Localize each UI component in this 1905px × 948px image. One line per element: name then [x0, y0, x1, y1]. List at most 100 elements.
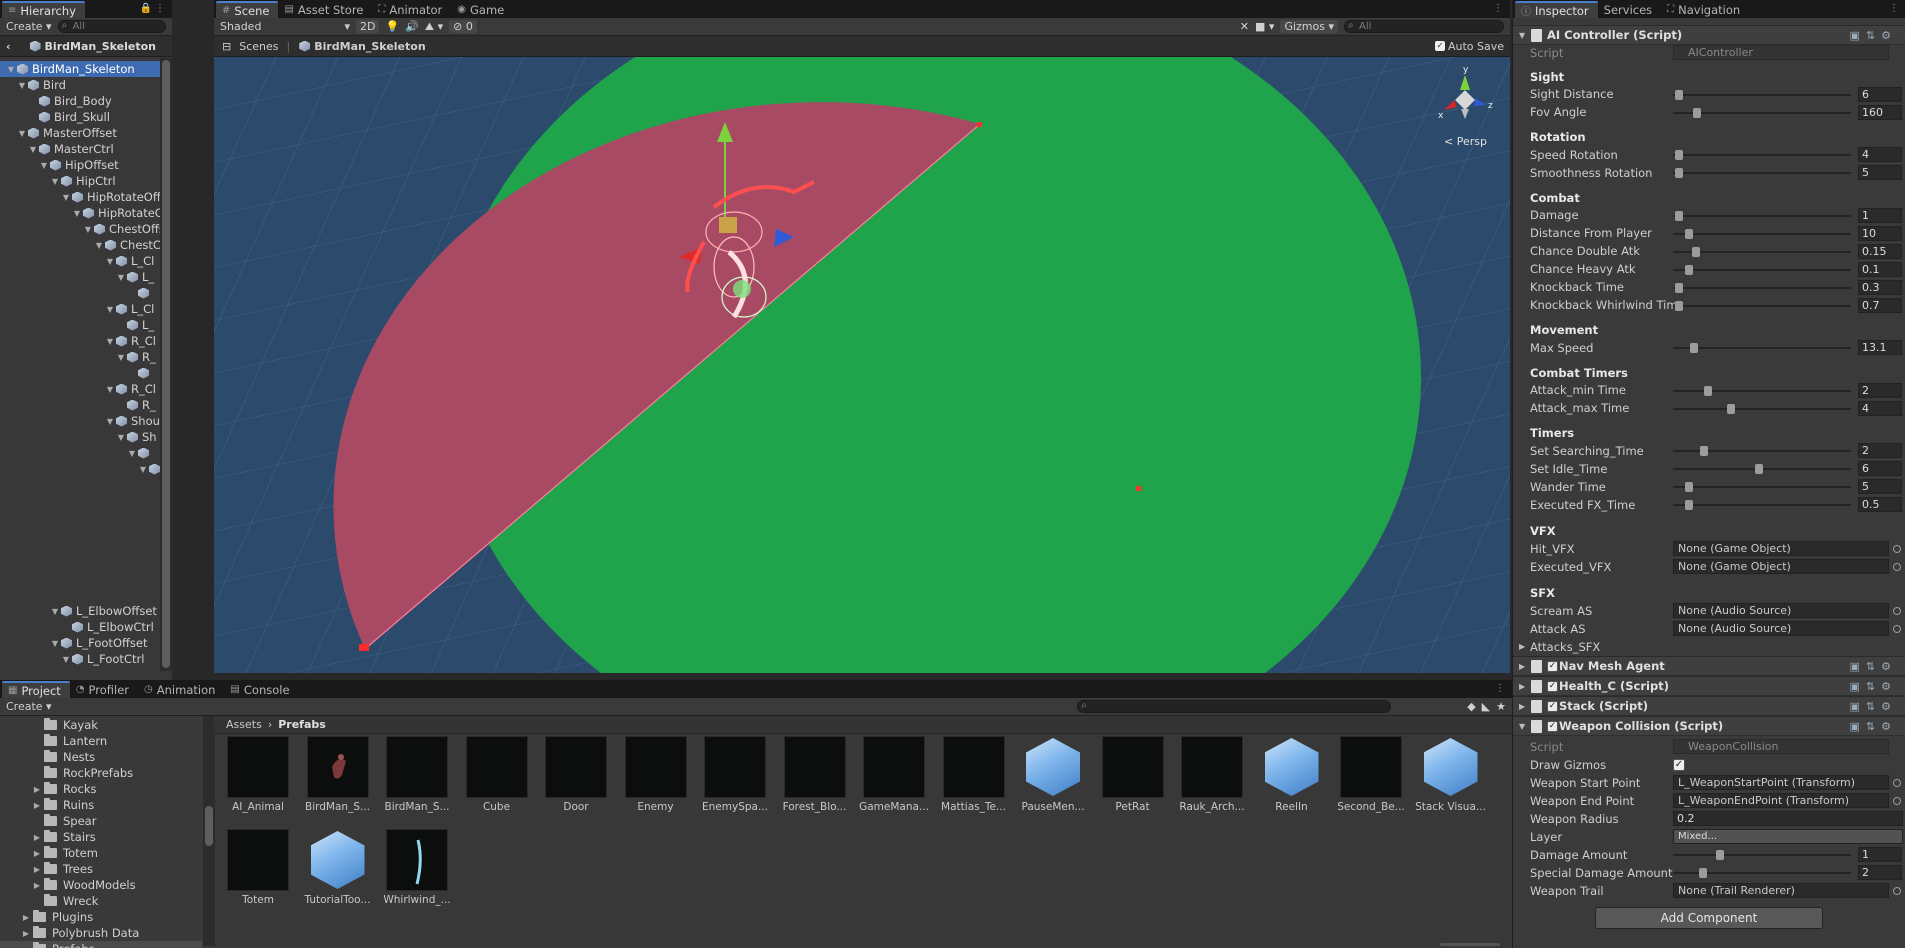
breadcrumb-prefabs[interactable]: Prefabs	[278, 718, 326, 731]
foldout-arrow-icon[interactable]: ▼	[39, 161, 49, 170]
folder-item[interactable]: Lantern	[0, 733, 202, 749]
favorite-star-icon[interactable]: ★	[1496, 700, 1506, 713]
hierarchy-item[interactable]: ▼ Shou	[0, 413, 160, 429]
value-slider[interactable]	[1673, 482, 1851, 492]
asset-item[interactable]: Cube	[461, 736, 533, 813]
component-header[interactable]: ▼ AI Controller (Script) ▣⇅⚙	[1513, 25, 1905, 45]
object-field[interactable]: L_WeaponStartPoint (Transform)	[1673, 775, 1889, 790]
asset-item[interactable]: Enemy	[620, 736, 692, 813]
object-picker-icon[interactable]	[1893, 797, 1901, 805]
asset-item[interactable]: Rauk_Arch...	[1176, 736, 1248, 813]
slider-knob[interactable]	[1674, 89, 1683, 100]
hierarchy-item[interactable]: ▼ HipRotateOffset	[0, 189, 160, 205]
shading-dropdown[interactable]: Shaded ▾	[220, 20, 350, 33]
component-enabled-checkbox[interactable]: ✓	[1547, 680, 1558, 692]
tab-scene-game[interactable]: ◉ Game	[451, 1, 513, 18]
number-field[interactable]: 0.2	[1673, 811, 1903, 826]
slider-knob[interactable]	[1674, 210, 1683, 221]
asset-item[interactable]: AI_Animal	[222, 736, 294, 813]
folder-item[interactable]: ▶ Totem	[0, 845, 202, 861]
asset-item[interactable]: BirdMan_S...	[302, 736, 374, 813]
hierarchy-item[interactable]: ▼ MasterOffset	[0, 125, 160, 141]
folder-item[interactable]: Spear	[0, 813, 202, 829]
hierarchy-item[interactable]: ▼ HipRotateCtrl	[0, 205, 160, 221]
tab-scene-asset-store[interactable]: ▤ Asset Store	[278, 1, 372, 18]
number-field[interactable]: 1	[1858, 847, 1902, 862]
slider-knob[interactable]	[1684, 264, 1693, 275]
value-slider[interactable]	[1673, 403, 1851, 414]
number-field[interactable]: 6	[1858, 461, 1902, 476]
effects-icon[interactable]: ⛰ ▾	[425, 20, 443, 34]
value-slider[interactable]	[1673, 300, 1851, 311]
asset-item[interactable]: Stack Visua...	[1415, 736, 1487, 813]
foldout-arrow-icon[interactable]: ▼	[105, 257, 115, 266]
folder-item[interactable]: ▶ Rocks	[0, 781, 202, 797]
object-picker-icon[interactable]	[1893, 607, 1901, 615]
foldout-arrow-icon[interactable]: ▶	[32, 881, 42, 890]
object-field[interactable]: None (Trail Renderer)	[1673, 883, 1889, 898]
lighting-icon[interactable]: 💡	[385, 20, 399, 33]
orientation-gizmo[interactable]: y x z < Persp	[1430, 65, 1500, 148]
value-slider[interactable]	[1673, 210, 1851, 221]
number-field[interactable]: 0.3	[1858, 279, 1902, 295]
folder-item[interactable]: Kayak	[0, 717, 202, 733]
slider-knob[interactable]	[1684, 500, 1693, 510]
folder-item[interactable]: RockPrefabs	[0, 765, 202, 781]
hierarchy-item[interactable]: ▼ Sh	[0, 429, 160, 445]
number-field[interactable]: 0.1	[1858, 261, 1902, 277]
asset-item[interactable]: PauseMen...	[1017, 736, 1089, 813]
hierarchy-item[interactable]: ▼ R_Cl	[0, 333, 160, 349]
number-field[interactable]: 0.7	[1858, 297, 1902, 313]
component-enabled-checkbox[interactable]: ✓	[1547, 700, 1558, 712]
hidden-objects-button[interactable]: ⊘ 0	[449, 20, 477, 33]
script-field[interactable]: AIController	[1673, 45, 1889, 60]
foldout-arrow-icon[interactable]: ▼	[105, 305, 115, 314]
tab-hierarchy[interactable]: ≡ Hierarchy	[2, 1, 85, 18]
gizmos-dropdown[interactable]: Gizmos ▾	[1280, 20, 1338, 33]
component-header[interactable]: ▶ ✓ Nav Mesh Agent ▣⇅⚙	[1513, 656, 1905, 676]
slider-knob[interactable]	[1674, 150, 1683, 160]
component-settings-icon[interactable]: ▣⇅⚙	[1850, 29, 1897, 42]
camera-icon[interactable]: ■ ▾	[1255, 20, 1274, 33]
foldout-arrow-icon[interactable]: ▶	[32, 785, 42, 794]
foldout-arrow-icon[interactable]: ▶	[1519, 682, 1525, 691]
slider-knob[interactable]	[1693, 107, 1702, 118]
projection-toggle[interactable]: < Persp	[1444, 135, 1487, 148]
hierarchy-item[interactable]: ▼ ChestOffset	[0, 221, 160, 237]
asset-item[interactable]: BirdMan_S...	[381, 736, 453, 813]
autosave-toggle[interactable]: ✓ Auto Save	[1434, 40, 1504, 53]
slider-knob[interactable]	[1700, 446, 1709, 456]
object-picker-icon[interactable]	[1893, 545, 1901, 553]
component-enabled-checkbox[interactable]: ✓	[1547, 720, 1558, 732]
asset-item[interactable]: Door	[540, 736, 612, 813]
component-settings-icon[interactable]: ▣⇅⚙	[1850, 660, 1897, 673]
value-slider[interactable]	[1673, 850, 1851, 860]
object-picker-icon[interactable]	[1893, 887, 1901, 895]
hierarchy-item[interactable]: Bird_Body	[0, 93, 160, 109]
tab-inspector-services[interactable]: Services	[1598, 1, 1662, 18]
panel-menu-icon[interactable]: 🔒⋮	[140, 3, 168, 14]
foldout-arrow-icon[interactable]: ▼	[127, 449, 137, 458]
object-field[interactable]: None (Audio Source)	[1673, 621, 1889, 636]
project-tree-scrollbar[interactable]	[203, 716, 215, 946]
number-field[interactable]: 0.5	[1858, 497, 1902, 512]
value-slider[interactable]	[1673, 246, 1851, 257]
filter-type-icon[interactable]: ◆	[1467, 700, 1475, 713]
asset-item[interactable]: Whirlwind_...	[381, 829, 453, 906]
foldout-arrow-icon[interactable]: ▼	[28, 145, 38, 154]
foldout-arrow-icon[interactable]: ▼	[50, 177, 60, 186]
hierarchy-item[interactable]: ▼ Bird	[0, 77, 160, 93]
asset-item[interactable]: Totem	[222, 829, 294, 906]
object-field[interactable]: None (Game Object)	[1673, 541, 1889, 556]
panel-menu-icon[interactable]: ⋮	[1889, 3, 1902, 14]
component-settings-icon[interactable]: ▣⇅⚙	[1850, 700, 1897, 713]
component-header[interactable]: ▶ ✓ Health_C (Script) ▣⇅⚙	[1513, 676, 1905, 696]
number-field[interactable]: 1	[1858, 207, 1902, 223]
hierarchy-item[interactable]	[0, 365, 160, 381]
foldout-arrow-icon[interactable]: ▶	[1519, 662, 1525, 671]
asset-item[interactable]: Second_Be...	[1335, 736, 1407, 813]
slider-knob[interactable]	[1715, 850, 1724, 860]
tab-project-animation[interactable]: ◷ Animation	[138, 681, 224, 698]
slider-knob[interactable]	[1727, 403, 1736, 414]
value-slider[interactable]	[1673, 282, 1851, 293]
